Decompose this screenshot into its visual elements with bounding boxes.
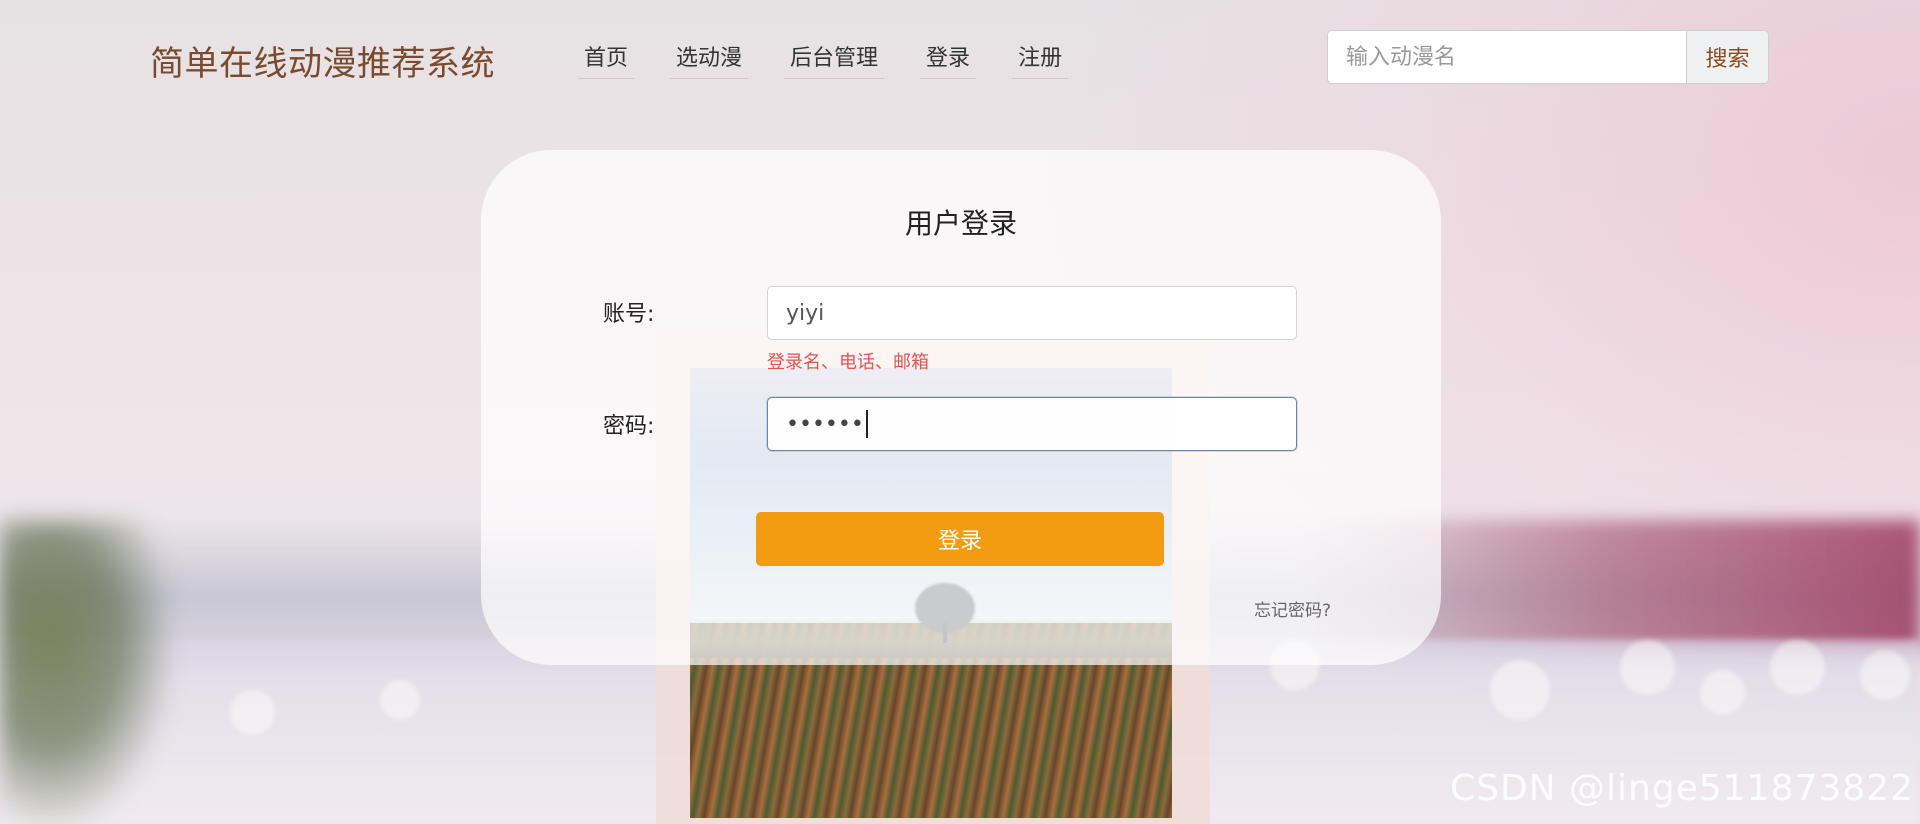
login-card: 用户登录 账号: yiyi 登录名、电话、邮箱 密码: •••••• 登录 忘记… — [481, 150, 1441, 665]
password-input[interactable]: •••••• — [767, 397, 1297, 451]
login-button[interactable]: 登录 — [756, 512, 1164, 566]
login-title: 用户登录 — [904, 207, 1017, 240]
search-bar: 搜索 — [1327, 30, 1769, 84]
account-input[interactable]: yiyi — [767, 286, 1297, 340]
nav-login[interactable]: 登录 — [920, 40, 977, 79]
password-label: 密码: — [603, 414, 655, 439]
account-input-value: yiyi — [786, 300, 825, 326]
search-button[interactable]: 搜索 — [1687, 30, 1769, 84]
nav-register[interactable]: 注册 — [1012, 40, 1069, 79]
text-caret — [865, 410, 868, 438]
nav-choose-anime[interactable]: 选动漫 — [670, 40, 749, 79]
account-hint: 登录名、电话、邮箱 — [767, 352, 929, 373]
password-input-value: •••••• — [786, 411, 864, 437]
nav-admin[interactable]: 后台管理 — [784, 40, 885, 79]
main-nav: 首页 选动漫 后台管理 登录 注册 — [578, 40, 1104, 79]
forgot-password-link[interactable]: 忘记密码? — [1254, 596, 1331, 621]
search-input[interactable] — [1327, 30, 1687, 84]
watermark: CSDN @linge511873822 — [1449, 768, 1914, 809]
site-brand[interactable]: 简单在线动漫推荐系统 — [150, 36, 495, 85]
nav-home[interactable]: 首页 — [578, 40, 635, 79]
account-label: 账号: — [603, 302, 655, 327]
